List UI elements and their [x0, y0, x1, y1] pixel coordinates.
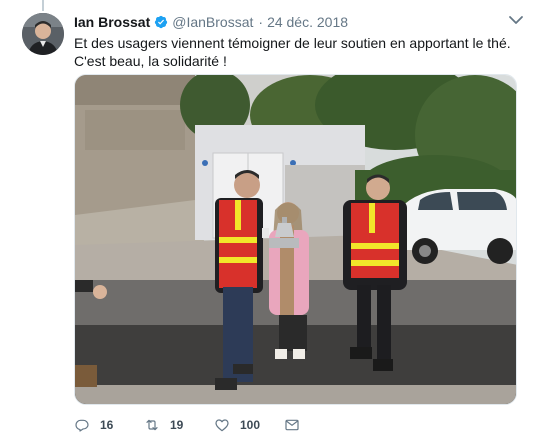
- tweet-date[interactable]: 24 déc. 2018: [267, 14, 348, 30]
- like-count: 100: [240, 418, 261, 432]
- tweet-text-line: C'est beau, la solidarité !: [74, 53, 227, 69]
- photo-scene: [75, 75, 516, 404]
- reply-icon: [75, 419, 89, 432]
- verified-badge-icon: [155, 15, 168, 29]
- retweet-icon: [146, 419, 158, 431]
- header-separator: ·: [258, 14, 264, 30]
- heart-icon: [215, 419, 229, 432]
- direct-message-button[interactable]: [284, 417, 324, 433]
- avatar[interactable]: [22, 13, 64, 55]
- envelope-icon: [285, 419, 299, 431]
- reply-count: 16: [100, 418, 114, 432]
- tweet-actions: 16 19 100: [74, 417, 324, 433]
- tweet-header: Ian Brossat @IanBrossat · 24 déc. 2018: [74, 12, 520, 32]
- tweet[interactable]: Ian Brossat @IanBrossat · 24 déc. 2018 E…: [0, 0, 550, 438]
- tweet-photo[interactable]: [74, 74, 517, 405]
- retweet-button[interactable]: 19: [144, 417, 214, 433]
- reply-button[interactable]: 16: [74, 417, 144, 433]
- thread-connector-line: [42, 0, 44, 11]
- chevron-down-icon[interactable]: [508, 14, 524, 26]
- user-handle[interactable]: @IanBrossat: [172, 14, 253, 30]
- tweet-text: Et des usagers viennent témoigner de leu…: [74, 34, 524, 70]
- like-button[interactable]: 100: [214, 417, 284, 433]
- display-name[interactable]: Ian Brossat: [74, 14, 150, 30]
- tweet-text-line: Et des usagers viennent témoigner de leu…: [74, 35, 511, 51]
- retweet-count: 19: [170, 418, 184, 432]
